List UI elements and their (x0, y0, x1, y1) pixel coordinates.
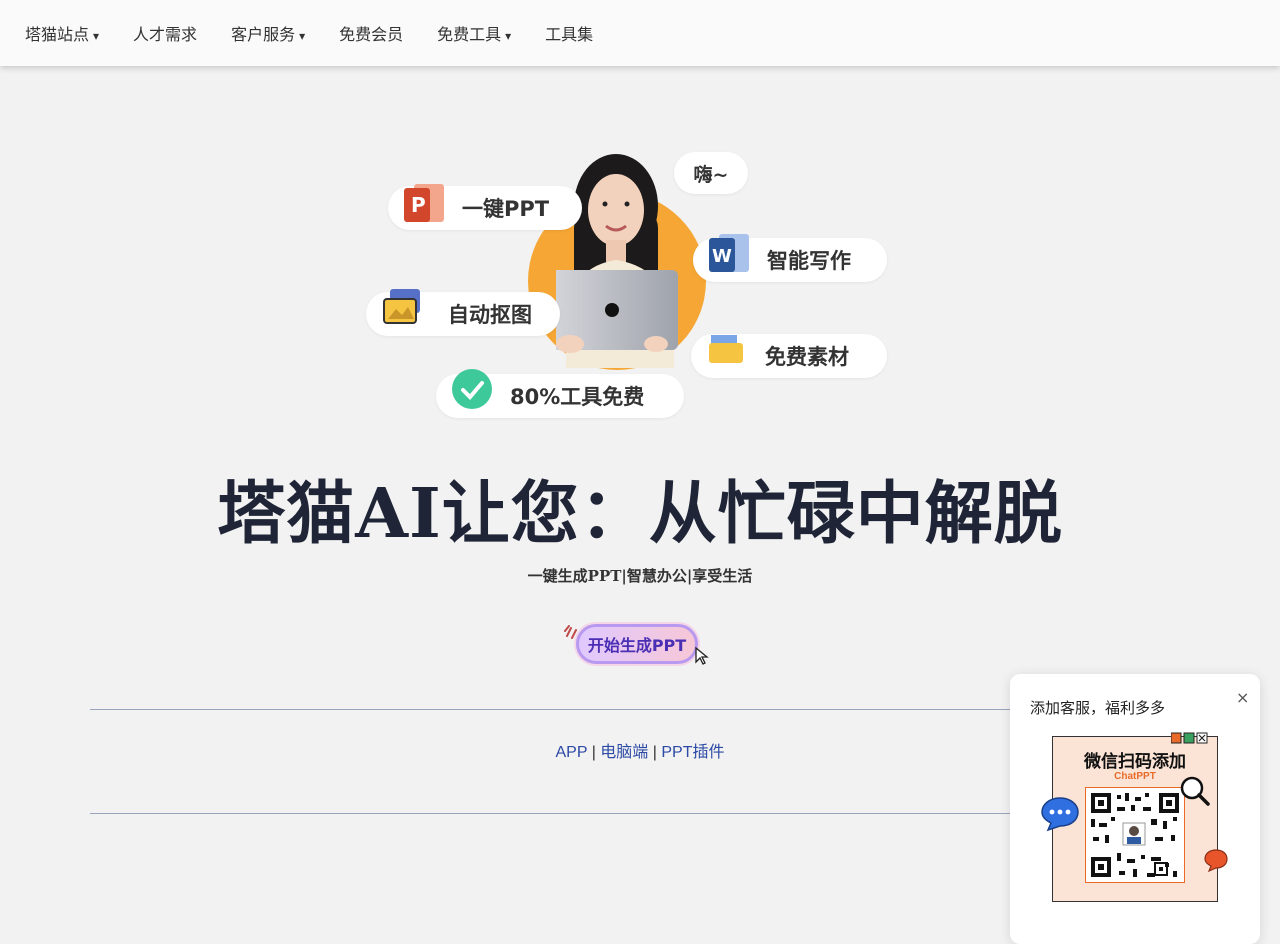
svg-text:W: W (712, 246, 732, 267)
top-nav: 塔猫站点 ▾ 人才需求 客户服务 ▾ 免费会员 免费工具 ▾ 工具集 (0, 0, 1280, 66)
nav-item-label: 工具集 (545, 25, 594, 44)
customer-service-popup: 添加客服，福利多多 × 微信扫码添加 ChatPPT (1010, 674, 1260, 944)
feature-cutout: 自动抠图 (366, 289, 560, 336)
feature-cutout-label: 自动抠图 (448, 303, 532, 327)
check-circle-icon (452, 369, 492, 409)
nav-item-talent[interactable]: 人才需求 (133, 21, 197, 45)
image-cutout-icon (383, 289, 420, 324)
cta-wrapper: 开始生成PPT (564, 620, 714, 670)
feature-writing: W 智能写作 (693, 234, 887, 282)
page-subtitle: 一键生成PPT|智慧办公|享受生活 (527, 567, 753, 585)
qr-code-image (1085, 787, 1185, 883)
start-generate-ppt-button[interactable]: 开始生成PPT (576, 624, 698, 664)
nav-item-label: 塔猫站点 (25, 25, 90, 44)
chevron-down-icon: ▾ (93, 29, 100, 43)
chevron-down-icon: ▾ (505, 29, 512, 43)
chevron-down-icon: ▾ (299, 29, 306, 43)
close-icon[interactable]: × (1236, 688, 1249, 707)
qr-heading: 微信扫码添加 (1084, 752, 1186, 772)
feature-ppt-label: 一键PPT (462, 197, 550, 221)
window-controls-icon (1171, 732, 1208, 744)
feature-free-tools-label: 80%工具免费 (510, 385, 645, 409)
nav-item-label: 免费会员 (339, 25, 404, 44)
link-separator: | (652, 744, 657, 761)
powerpoint-icon: P (404, 184, 444, 222)
chat-bubble-icon (1041, 797, 1079, 832)
link-separator: | (591, 744, 596, 761)
feature-materials-label: 免费素材 (765, 345, 849, 369)
nav-item-toolset[interactable]: 工具集 (545, 21, 593, 45)
nav-item-label: 客户服务 (231, 25, 296, 44)
folder-icon (709, 335, 743, 363)
feature-materials: 免费素材 (691, 334, 887, 378)
speech-bubble-icon (1204, 849, 1228, 872)
word-icon: W (709, 234, 749, 272)
magnifier-icon (1180, 776, 1210, 806)
nav-item-free-tools[interactable]: 免费工具 ▾ (437, 21, 511, 45)
hero-illustration: 嗨~ P 一键PPT W 智能写作 自动抠图 免费素材 80%工具免费 (360, 140, 900, 430)
nav-item-service[interactable]: 客户服务 ▾ (231, 21, 305, 45)
page-title: 塔猫AI让您：从忙碌中解脱 (217, 474, 1063, 554)
cursor-icon (695, 646, 709, 665)
ppt-plugin-link[interactable]: PPT插件 (661, 744, 724, 761)
feature-free-tools: 80%工具免费 (436, 369, 684, 418)
feature-ppt: P 一键PPT (388, 184, 582, 230)
nav-item-label: 人才需求 (133, 25, 198, 44)
nav-item-site[interactable]: 塔猫站点 ▾ (25, 21, 99, 45)
nav-item-label: 免费工具 (437, 25, 502, 44)
feature-writing-label: 智能写作 (767, 249, 851, 273)
svg-text:P: P (411, 193, 426, 217)
desktop-link[interactable]: 电脑端 (600, 744, 648, 761)
app-link[interactable]: APP (556, 744, 588, 761)
feature-greeting: 嗨~ (674, 152, 748, 194)
popup-title: 添加客服，福利多多 (1030, 699, 1166, 717)
nav-item-membership[interactable]: 免费会员 (339, 21, 403, 45)
greeting-label: 嗨~ (693, 163, 729, 186)
